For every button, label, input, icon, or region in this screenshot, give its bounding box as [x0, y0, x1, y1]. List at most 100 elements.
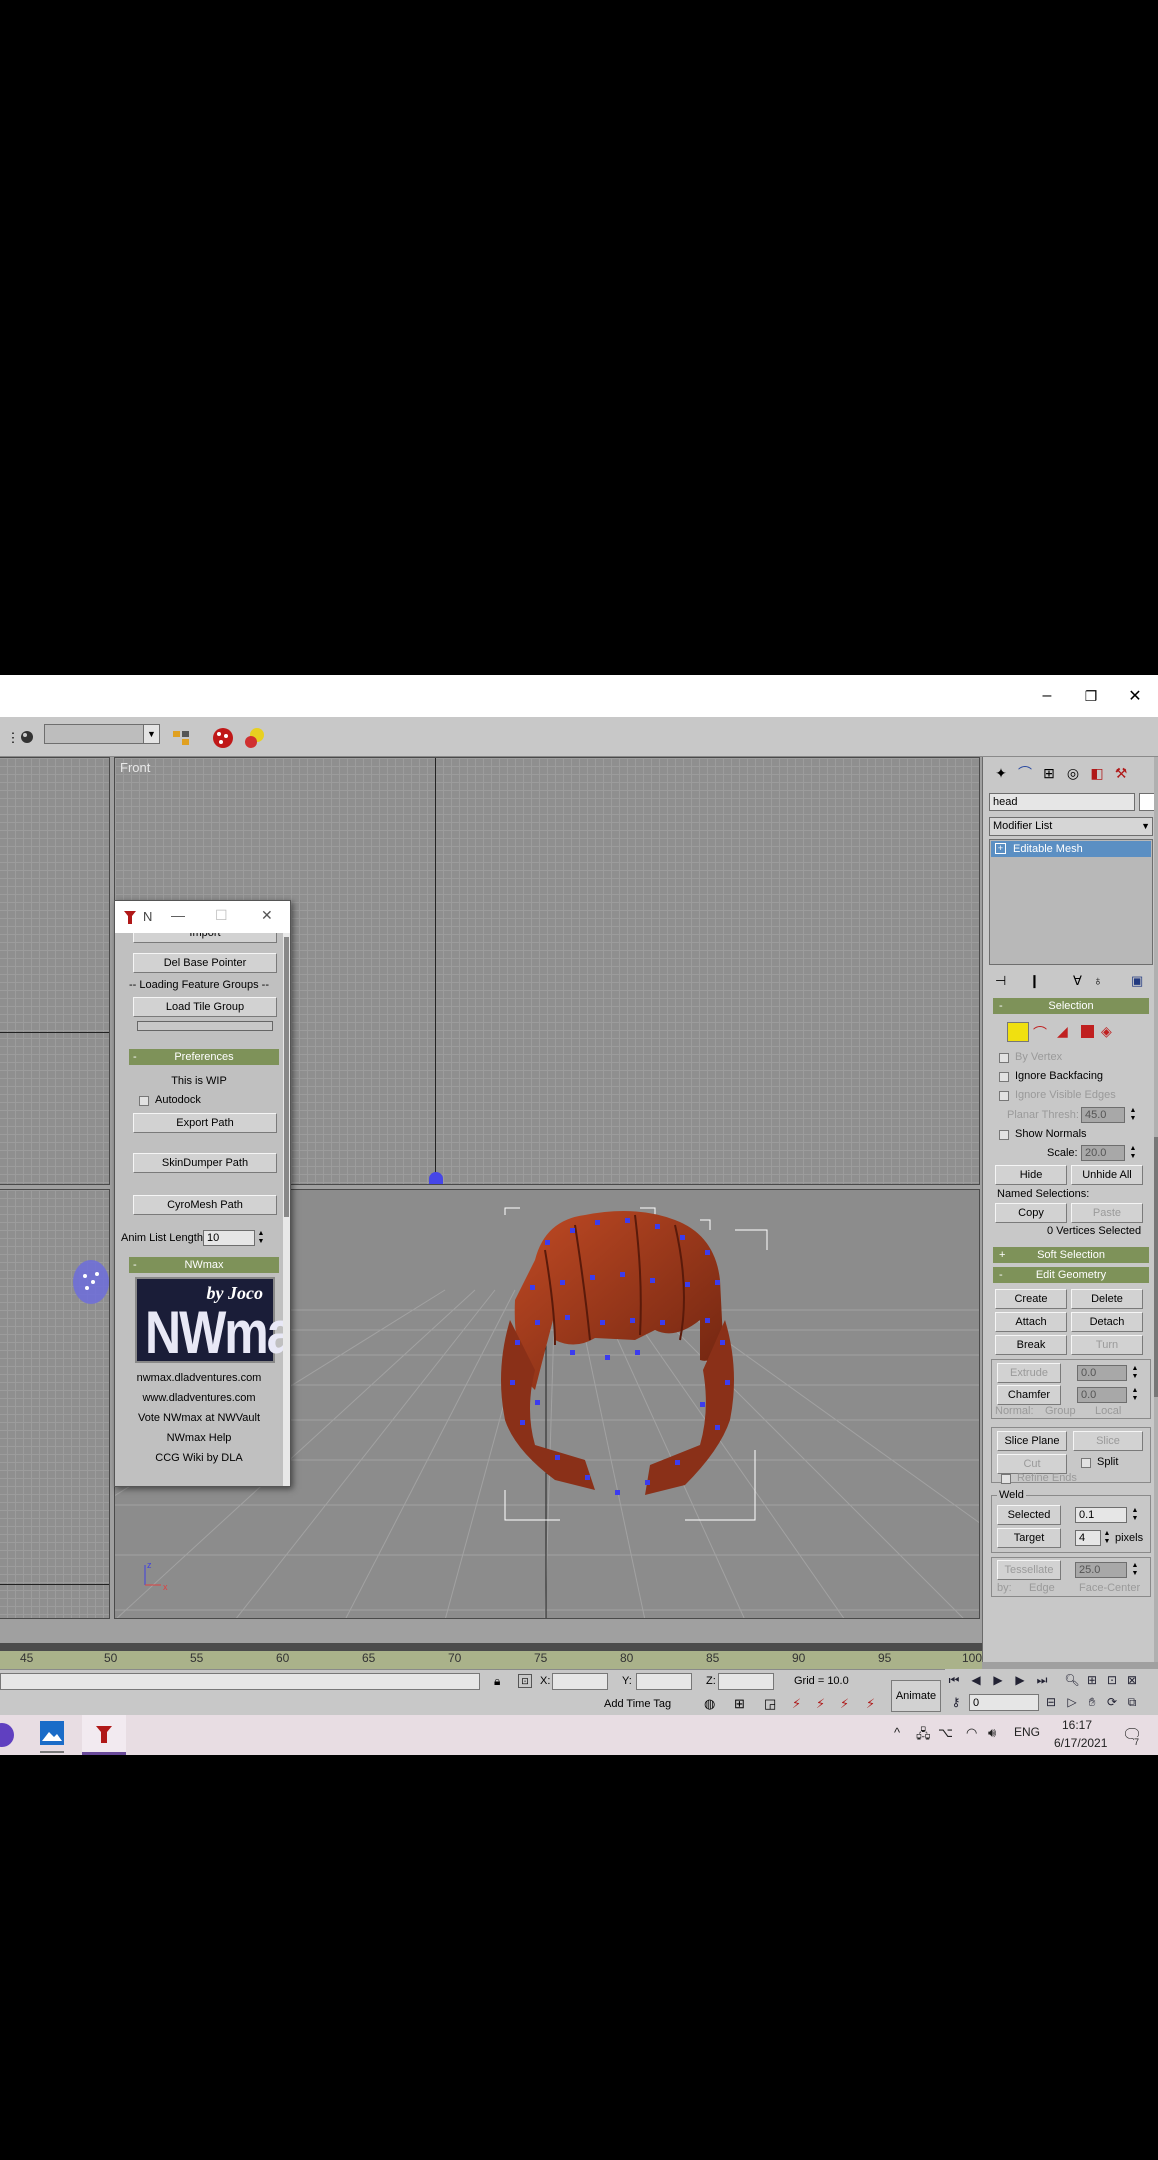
close-button[interactable]: ✕ [1112, 675, 1158, 717]
del-base-pointer-button[interactable]: Del Base Pointer [133, 953, 277, 973]
hierarchy-tab-icon[interactable]: ⊞ [1039, 763, 1059, 783]
material-editor-icon[interactable] [210, 725, 236, 751]
chamfer-field[interactable]: 0.0 [1077, 1387, 1127, 1403]
link-ccg-wiki[interactable]: CCG Wiki by DLA [115, 1452, 283, 1464]
soft-selection-rollout[interactable]: + Soft Selection [993, 1247, 1149, 1263]
field-of-view-icon[interactable]: ▷ [1063, 1693, 1081, 1711]
spinner-arrows-icon[interactable]: ▲ ▼ [257, 1230, 265, 1246]
skindumper-path-button[interactable]: SkinDumper Path [133, 1153, 277, 1173]
key-mode-icon[interactable]: ⚷ [947, 1693, 965, 1711]
paste-button[interactable]: Paste [1071, 1203, 1143, 1223]
percent-snap-icon[interactable]: ⚡︎ [816, 1696, 825, 1712]
weld-target-button[interactable]: Target [997, 1528, 1061, 1548]
time-configuration-icon[interactable]: ⊟ [1042, 1693, 1060, 1711]
show-normals-checkbox[interactable] [999, 1130, 1009, 1140]
3dsmax-taskbar-button[interactable] [82, 1715, 126, 1755]
unhide-all-button[interactable]: Unhide All [1071, 1165, 1143, 1185]
nwmax-floater[interactable]: N — ☐ ✕ Import Del Base Pointer -- Loadi… [114, 900, 291, 1487]
slice-button[interactable]: Slice [1073, 1431, 1143, 1451]
nwmax-scrollbar[interactable] [283, 933, 290, 1486]
ignore-visible-edges-checkbox[interactable] [999, 1091, 1009, 1101]
clock-date[interactable]: 6/17/2021 [1054, 1736, 1107, 1750]
create-tab-icon[interactable]: ✦ [991, 763, 1011, 783]
weld-selected-field[interactable]: 0.1 [1075, 1507, 1127, 1523]
make-unique-icon[interactable]: ∀ [1073, 973, 1082, 989]
object-color-swatch[interactable] [1139, 793, 1155, 811]
selection-rollout[interactable]: - Selection [993, 998, 1149, 1014]
arc-rotate-icon[interactable]: ⟳ [1103, 1693, 1121, 1711]
detach-button[interactable]: Detach [1071, 1312, 1143, 1332]
local-radio-label[interactable]: Local [1095, 1405, 1121, 1417]
preferences-rollout[interactable]: - Preferences [129, 1049, 279, 1065]
selection-lock-icon[interactable]: ⊞ [734, 1696, 745, 1712]
key-filter-icon[interactable]: ◍ [704, 1696, 715, 1712]
go-to-start-icon[interactable]: ⏮︎ [945, 1671, 963, 1689]
angle-snap-icon[interactable]: ⚡︎ [792, 1696, 801, 1712]
zoom-all-icon[interactable]: ⊞ [1083, 1671, 1101, 1689]
edge-radio-label[interactable]: Edge [1029, 1582, 1055, 1594]
volume-icon[interactable]: 🔊︎ [988, 1725, 996, 1741]
close-icon[interactable]: ✕ [261, 907, 273, 924]
copy-button[interactable]: Copy [995, 1203, 1067, 1223]
pin-stack-icon[interactable]: ⊣ [995, 973, 1006, 989]
absolute-mode-icon[interactable]: ⊡ [518, 1674, 532, 1688]
modify-tab-icon[interactable]: ⌒ [1015, 763, 1035, 783]
remove-modifier-icon[interactable]: ♁ [1093, 973, 1103, 988]
vertex-mode-icon[interactable] [1007, 1022, 1029, 1042]
track-bar-ruler[interactable]: 45 50 55 60 65 70 75 80 85 90 95 100 [0, 1651, 982, 1669]
animate-button[interactable]: Animate [891, 1680, 941, 1712]
minimize-button[interactable]: – [1024, 675, 1070, 717]
spinner-arrows-icon[interactable]: ▲ ▼ [1131, 1387, 1139, 1403]
notification-center-icon[interactable]: 🗨︎ [1122, 1725, 1142, 1745]
render-scene-icon[interactable] [242, 725, 268, 751]
current-frame-field[interactable]: 0 [969, 1694, 1039, 1711]
spinner-arrows-icon[interactable]: ▲ ▼ [1129, 1107, 1137, 1123]
load-tile-group-button[interactable]: Load Tile Group [133, 997, 277, 1017]
tessellate-button[interactable]: Tessellate [997, 1560, 1061, 1580]
chamfer-button[interactable]: Chamfer [997, 1385, 1061, 1405]
expand-icon[interactable]: + [995, 843, 1006, 854]
utilities-tab-icon[interactable]: ⚒ [1111, 763, 1131, 783]
y-coordinate-field[interactable] [636, 1673, 692, 1690]
link-nwmax-help[interactable]: NWmax Help [115, 1432, 283, 1444]
edit-geometry-rollout[interactable]: - Edit Geometry [993, 1267, 1149, 1283]
language-indicator[interactable]: ENG [1014, 1725, 1040, 1739]
stack-item-editable-mesh[interactable]: + Editable Mesh [991, 841, 1151, 857]
zoom-extents-all-icon[interactable]: ⊠ [1123, 1671, 1141, 1689]
z-coordinate-field[interactable] [718, 1673, 774, 1690]
spinner-arrows-icon[interactable]: ▲ ▼ [1131, 1507, 1139, 1523]
edit-named-selection-icon[interactable]: ⚡︎ [866, 1696, 875, 1712]
object-name-field[interactable]: head [989, 793, 1135, 811]
spinner-arrows-icon[interactable]: ▲ ▼ [1131, 1365, 1139, 1381]
align-icon[interactable] [168, 725, 194, 751]
viewport-top[interactable] [0, 757, 110, 1185]
zoom-icon[interactable]: 🔍︎ [1063, 1671, 1081, 1689]
spinner-snap-icon[interactable]: ⚡︎ [840, 1696, 849, 1712]
extrude-field[interactable]: 0.0 [1077, 1365, 1127, 1381]
by-vertex-checkbox[interactable] [999, 1053, 1009, 1063]
previous-frame-icon[interactable]: ◀︎ [967, 1671, 985, 1689]
break-button[interactable]: Break [995, 1335, 1067, 1355]
weld-selected-button[interactable]: Selected [997, 1505, 1061, 1525]
delete-button[interactable]: Delete [1071, 1289, 1143, 1309]
link-vote-nwvault[interactable]: Vote NWmax at NWVault [115, 1412, 283, 1424]
scrollbar-thumb[interactable] [1154, 1137, 1158, 1397]
autodock-checkbox[interactable] [139, 1096, 149, 1106]
restore-button[interactable]: ❐ [1068, 675, 1114, 717]
planar-thresh-field[interactable]: 45.0 [1081, 1107, 1125, 1123]
snap-toggle-icon[interactable]: ◲ [764, 1696, 776, 1712]
cut-button[interactable]: Cut [997, 1454, 1067, 1474]
light-bulb-icon[interactable] [14, 725, 40, 751]
named-selection-dropdown[interactable]: ▼ [44, 724, 160, 744]
scale-field[interactable]: 20.0 [1081, 1145, 1125, 1161]
export-path-button[interactable]: Export Path [133, 1113, 277, 1133]
add-time-tag-button[interactable]: Add Time Tag [604, 1698, 671, 1710]
minimize-icon[interactable]: — [171, 907, 185, 923]
turn-button[interactable]: Turn [1071, 1335, 1143, 1355]
display-tab-icon[interactable]: ◧ [1087, 763, 1107, 783]
ignore-backfacing-checkbox[interactable] [999, 1072, 1009, 1082]
viewport-left[interactable] [0, 1189, 110, 1619]
network-error-icon[interactable]: 🖧︎ [916, 1725, 931, 1747]
motion-tab-icon[interactable]: ◎ [1063, 763, 1083, 783]
spinner-arrows-icon[interactable]: ▲ ▼ [1129, 1145, 1137, 1161]
